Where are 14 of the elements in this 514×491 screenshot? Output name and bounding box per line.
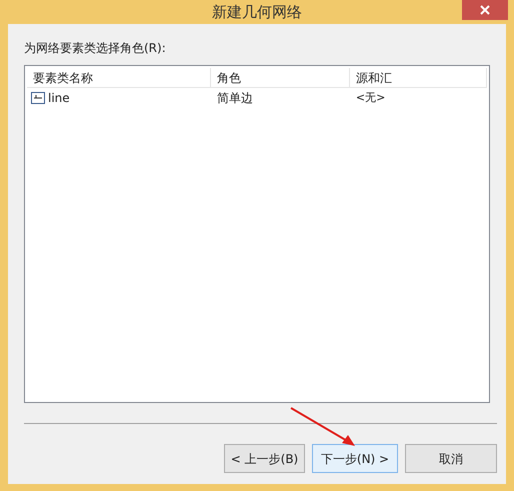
column-header[interactable]: 源和汇: [350, 68, 487, 87]
close-icon: [480, 5, 490, 15]
dialog-button[interactable]: 取消: [405, 444, 497, 473]
line-layer-icon: [31, 92, 45, 104]
close-button[interactable]: [462, 0, 508, 20]
column-header[interactable]: 要素类名称: [27, 68, 211, 87]
table-cell-text: <无>: [356, 90, 386, 106]
window-title: 新建几何网络: [212, 2, 302, 23]
table-cell-text: line: [48, 90, 70, 107]
prompt-label: 为网络要素类选择角色(R):: [24, 40, 167, 57]
table-cell-text: 简单边: [216, 90, 253, 107]
dialog-button[interactable]: 下一步(N) >: [312, 444, 398, 473]
dialog-button[interactable]: < 上一步(B): [224, 444, 305, 473]
column-header[interactable]: 角色: [210, 68, 350, 87]
